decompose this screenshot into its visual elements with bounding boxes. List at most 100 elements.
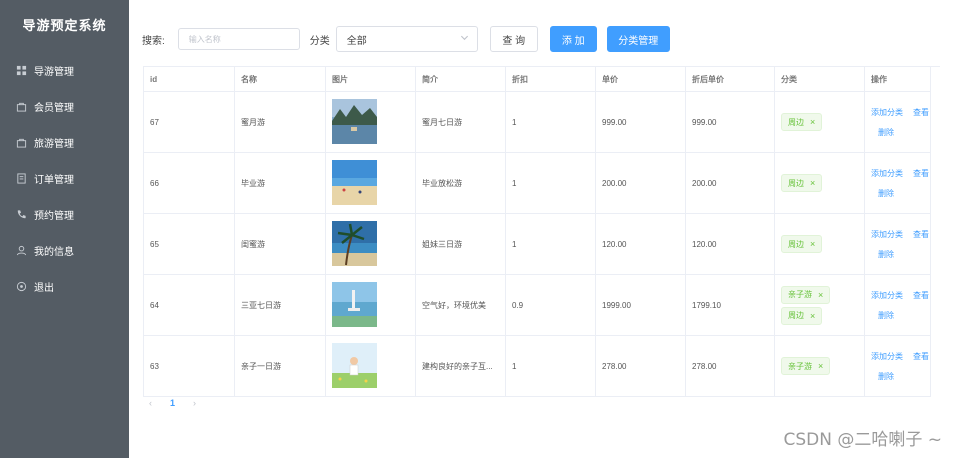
cell-intro: 蜜月七日游 xyxy=(416,92,506,153)
cell-id: 64 xyxy=(144,275,235,336)
add-category-link[interactable]: 添加分类 xyxy=(871,168,903,179)
cell-image xyxy=(326,92,416,153)
table-row: 66 毕业游 毕业放松游 1 200.00 200.00 周边 × 添加分类 查看 删除 xyxy=(144,153,940,214)
column-header: 图片 xyxy=(326,67,416,92)
cell-category: 亲子游 × xyxy=(775,336,865,397)
delete-link[interactable]: 删除 xyxy=(871,310,894,321)
bag-icon xyxy=(16,137,27,148)
cell-intro: 毕业放松游 xyxy=(416,153,506,214)
sidebar-item-2[interactable]: 会员管理 xyxy=(0,88,129,124)
close-icon[interactable]: × xyxy=(810,178,815,188)
query-button[interactable]: 查 询 xyxy=(489,26,538,52)
category-tag: 亲子游 × xyxy=(781,357,831,375)
table-body: 67 蜜月游 蜜月七日游 1 999.00 999.00 周边 × 添加分类 查看 删除 66 毕业游毕… xyxy=(144,92,940,397)
user-icon xyxy=(16,245,27,256)
view-link[interactable]: 查看 xyxy=(913,107,929,118)
view-link[interactable]: 查看 xyxy=(913,290,929,301)
sidebar-item-label: 订单管理 xyxy=(34,174,74,186)
close-icon[interactable]: × xyxy=(810,117,815,127)
sidebar-item-label: 退出 xyxy=(34,282,54,294)
category-tag: 亲子游 × xyxy=(781,285,831,304)
cell-discount: 1 xyxy=(506,153,596,214)
cell-operations: 添加分类 查看删除 xyxy=(865,275,931,336)
cell-id: 66 xyxy=(144,153,235,214)
sidebar-item-1[interactable]: 导游管理 xyxy=(0,52,129,88)
cell-discount: 1 xyxy=(506,92,596,153)
column-header: id xyxy=(144,67,235,92)
pagination: ‹ 1 › xyxy=(149,398,196,408)
delete-link[interactable]: 删除 xyxy=(871,249,894,260)
grid-icon xyxy=(16,65,27,76)
add-category-link[interactable]: 添加分类 xyxy=(871,351,903,362)
sidebar-item-4[interactable]: 订单管理 xyxy=(0,160,129,196)
cell-intro: 建构良好的亲子互... xyxy=(416,336,506,397)
delete-link[interactable]: 删除 xyxy=(871,127,894,138)
meadow-photo xyxy=(332,342,377,390)
tag-label: 周边 xyxy=(788,178,804,188)
close-icon[interactable]: × xyxy=(810,239,815,249)
tag-label: 亲子游 xyxy=(788,290,812,299)
sidebar-item-6[interactable]: 我的信息 xyxy=(0,232,129,268)
category-select[interactable]: 全部 xyxy=(335,26,478,52)
sidebar-item-label: 我的信息 xyxy=(34,246,74,258)
data-table: id 名称 图片 简介 折扣 单价 折后单价 分类 操作 67 蜜月游 蜜月七日游 1 999.00 99… xyxy=(143,66,940,397)
delete-link[interactable]: 删除 xyxy=(871,188,894,199)
sidebar-item-5[interactable]: 预约管理 xyxy=(0,196,129,232)
sanya-photo xyxy=(332,281,377,329)
close-icon[interactable]: × xyxy=(818,361,823,371)
sidebar: 导游预定系统 导游管理会员管理旅游管理订单管理预约管理我的信息退出 xyxy=(0,0,129,458)
add-category-link[interactable]: 添加分类 xyxy=(871,229,903,240)
add-category-link[interactable]: 添加分类 xyxy=(871,107,903,118)
cell-image xyxy=(326,336,416,397)
view-link[interactable]: 查看 xyxy=(913,168,929,179)
sidebar-item-label: 会员管理 xyxy=(34,102,74,114)
cell-id: 67 xyxy=(144,92,235,153)
column-header: 名称 xyxy=(235,67,326,92)
table-row: 64 三亚七日游 空气好，环境优美 0.9 1999.00 1799.10 亲子游 × 周边 × 添… xyxy=(144,275,940,336)
cell-category: 周边 × xyxy=(775,92,865,153)
chevron-down-icon xyxy=(460,33,469,45)
sidebar-item-3[interactable]: 旅游管理 xyxy=(0,124,129,160)
view-link[interactable]: 查看 xyxy=(913,351,929,362)
add-button[interactable]: 添 加 xyxy=(549,26,597,52)
sidebar-item-label: 预约管理 xyxy=(34,210,74,222)
palm-beach-photo xyxy=(332,220,377,268)
category-selected-value: 全部 xyxy=(346,35,367,47)
category-tag: 周边 × xyxy=(781,174,823,192)
category-manage-button[interactable]: 分类管理 xyxy=(606,26,670,52)
column-header: 折扣 xyxy=(506,67,596,92)
cell-category: 周边 × xyxy=(775,153,865,214)
prev-page-button[interactable]: ‹ xyxy=(149,398,152,408)
cell-price: 278.00 xyxy=(596,336,686,397)
delete-link[interactable]: 删除 xyxy=(871,371,894,382)
cell-name: 三亚七日游 xyxy=(235,275,326,336)
close-icon[interactable]: × xyxy=(810,311,815,321)
current-page[interactable]: 1 xyxy=(170,398,175,408)
sidebar-item-7[interactable]: 退出 xyxy=(0,268,129,304)
cell-discount-price: 200.00 xyxy=(686,153,775,214)
app-title: 导游预定系统 xyxy=(22,18,107,33)
column-header: 分类 xyxy=(775,67,865,92)
table-row: 67 蜜月游 蜜月七日游 1 999.00 999.00 周边 × 添加分类 查看 删除 xyxy=(144,92,940,153)
column-header: 简介 xyxy=(416,67,506,92)
cell-discount-price: 120.00 xyxy=(686,214,775,275)
cell-discount: 1 xyxy=(506,336,596,397)
cell-intro: 姐妹三日游 xyxy=(416,214,506,275)
search-input[interactable]: 输入名称 xyxy=(177,28,300,50)
lake-photo xyxy=(332,98,377,146)
category-label: 分类 xyxy=(309,35,330,47)
app-root: 导游预定系统 导游管理 会员管理 旅游管理 订单管理 预约管理 我的信息 退出 搜索: 输入… xyxy=(0,0,956,458)
next-page-button[interactable]: › xyxy=(193,398,196,408)
cell-id: 65 xyxy=(144,214,235,275)
sidebar-menu: 导游管理会员管理旅游管理订单管理预约管理我的信息退出 xyxy=(0,52,129,304)
close-icon[interactable]: × xyxy=(818,290,823,300)
column-header: 折后单价 xyxy=(686,67,775,92)
cell-discount-price: 999.00 xyxy=(686,92,775,153)
add-category-link[interactable]: 添加分类 xyxy=(871,290,903,301)
tag-label: 周边 xyxy=(788,239,804,249)
category-tag: 周边 × xyxy=(781,306,823,325)
view-link[interactable]: 查看 xyxy=(913,229,929,240)
cell-operations: 添加分类 查看删除 xyxy=(865,92,931,153)
phone-icon xyxy=(16,209,27,220)
table-row: 63 亲子一日游 建构良好的亲子互... 1 278.00 278.00 亲子游 × 添加分类查… xyxy=(144,336,940,397)
